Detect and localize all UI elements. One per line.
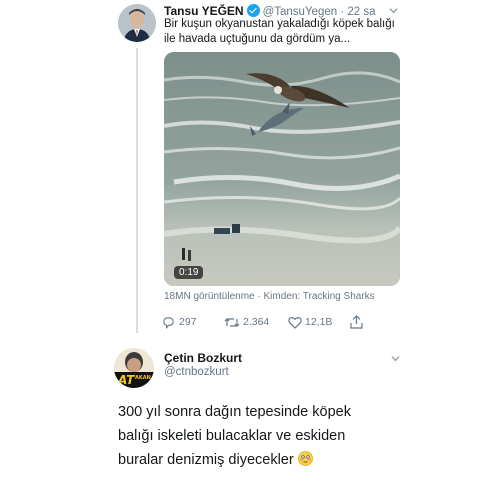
reply-text-line: 300 yıl sonra dağın tepesinde köpek xyxy=(118,404,351,420)
tweet-text-line: ile havada uçtuğunu da gördüm ya... xyxy=(164,33,351,45)
avatar[interactable] xyxy=(118,4,156,42)
avatar-logo-text: AKAN xyxy=(135,375,151,381)
chevron-down-icon[interactable] xyxy=(389,6,398,15)
video-duration-badge: 0:19 xyxy=(174,266,204,279)
reply-text-line: buralar denizmiş diyecekler xyxy=(118,452,294,468)
reply-text: 300 yıl sonra dağın tepesinde köpek balı… xyxy=(118,400,351,472)
svg-text:AT: AT xyxy=(117,373,135,387)
avatar-logo: AT AKAN xyxy=(114,348,154,388)
thread-connector-line xyxy=(136,48,138,333)
avatar[interactable]: AT AKAN xyxy=(114,348,154,388)
reply-text-line: balığı iskeleti bulacaklar ve eskiden xyxy=(118,428,346,444)
video-frame xyxy=(164,52,400,286)
reply-header: Çetin Bozkurt @ctnbozkurt xyxy=(164,351,242,378)
author-handle[interactable]: @ctnbozkurt xyxy=(164,366,242,378)
tweet-actions: 297 2.364 12,1B xyxy=(162,314,412,332)
tweet-video[interactable] xyxy=(164,52,400,286)
author-name[interactable]: Tansu YEĞEN xyxy=(164,4,244,18)
retweet-count: 2.364 xyxy=(243,316,270,328)
reply-count: 297 xyxy=(179,316,197,328)
like-count: 12,1B xyxy=(305,316,333,328)
reply-text-line-3: buralar denizmiş diyecekler xyxy=(118,448,351,472)
flushed-emoji-icon xyxy=(297,451,313,466)
like-icon[interactable] xyxy=(288,316,302,329)
verified-badge-icon xyxy=(246,4,260,17)
tweet-text-line: Bir kuşun okyanustan yakaladığı köpek ba… xyxy=(164,18,395,30)
tweet-text: Bir kuşun okyanustan yakaladığı köpek ba… xyxy=(164,17,395,47)
avatar-photo xyxy=(118,4,156,42)
chevron-down-icon[interactable] xyxy=(391,354,400,363)
share-icon[interactable] xyxy=(350,315,363,329)
author-name[interactable]: Çetin Bozkurt xyxy=(164,351,242,365)
views-source: 18MN görüntülenme · Kimden: Tracking Sha… xyxy=(164,291,375,302)
reply-icon[interactable] xyxy=(162,316,175,329)
retweet-icon[interactable] xyxy=(224,316,240,329)
